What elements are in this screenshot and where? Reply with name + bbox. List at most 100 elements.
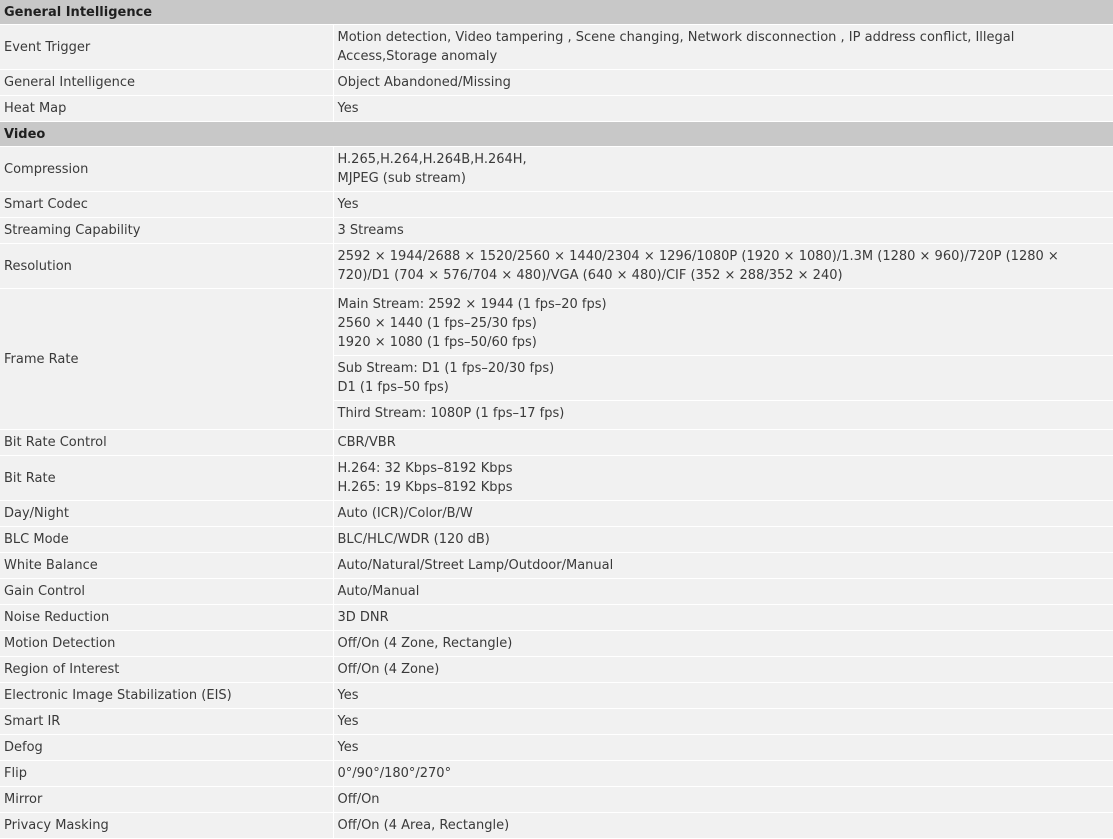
spec-value-line: Off/On <box>337 792 380 807</box>
spec-value: 3D DNR <box>333 604 1113 631</box>
table-row: Motion Detection Off/On (4 Zone, Rectangl… <box>0 630 1113 657</box>
spec-value-line: Object Abandoned/Missing <box>337 75 511 90</box>
table-row: Gain Control Auto/Manual <box>0 578 1113 605</box>
spec-value-line: Third Stream: 1080P (1 fps–17 fps) <box>337 406 565 421</box>
spec-value: Yes <box>333 734 1113 761</box>
spec-value: Yes <box>333 95 1113 122</box>
table-row: Defog Yes <box>0 734 1113 761</box>
table-row: BLC Mode BLC/HLC/WDR (120 dB) <box>0 526 1113 553</box>
spec-value: Off/On (4 Area, Rectangle) <box>333 812 1113 839</box>
table-row: Resolution 2592 × 1944/2688 × 1520/2560 ×… <box>0 243 1113 289</box>
spec-label: Mirror <box>0 786 334 813</box>
spec-label: Privacy Masking <box>0 812 334 839</box>
spec-label: Noise Reduction <box>0 604 334 631</box>
spec-label: White Balance <box>0 552 334 579</box>
table-row: Smart Codec Yes <box>0 191 1113 218</box>
spec-value-line: D1 (1 fps–50 fps) <box>337 380 449 395</box>
spec-value-line: Yes <box>337 714 359 729</box>
spec-value: Main Stream: 2592 × 1944 (1 fps–20 fps) 2… <box>333 288 1113 430</box>
spec-label: Event Trigger <box>0 24 334 70</box>
table-row: Privacy Masking Off/On (4 Area, Rectangle… <box>0 812 1113 839</box>
table-row: Streaming Capability 3 Streams <box>0 217 1113 244</box>
spec-value: Off/On (4 Zone) <box>333 656 1113 683</box>
spec-value-line: Off/On (4 Zone) <box>337 662 440 677</box>
spec-label: Compression <box>0 146 334 192</box>
spec-label: Defog <box>0 734 334 761</box>
spec-label: Streaming Capability <box>0 217 334 244</box>
spec-value: CBR/VBR <box>333 429 1113 456</box>
spec-table: General Intelligence Event Trigger Motion … <box>0 0 1113 839</box>
spec-label: Flip <box>0 760 334 787</box>
spec-value-line: CBR/VBR <box>337 435 396 450</box>
spec-value: Yes <box>333 708 1113 735</box>
spec-value: H.264: 32 Kbps–8192 Kbps H.265: 19 Kbps–8… <box>333 455 1113 501</box>
spec-label: Heat Map <box>0 95 334 122</box>
section-title: General Intelligence <box>0 0 1113 25</box>
spec-value-line: 2592 × 1944/2688 × 1520/2560 × 1440/2304… <box>337 249 1059 283</box>
spec-label: Smart Codec <box>0 191 334 218</box>
table-row: General Intelligence Object Abandoned/Mis… <box>0 69 1113 96</box>
table-row: Bit Rate Control CBR/VBR <box>0 429 1113 456</box>
table-row: Flip 0°/90°/180°/270° <box>0 760 1113 787</box>
spec-value-line: Auto/Manual <box>337 584 420 599</box>
table-row: Bit Rate H.264: 32 Kbps–8192 Kbps H.265: 1… <box>0 455 1113 501</box>
spec-label: Bit Rate <box>0 455 334 501</box>
spec-value: BLC/HLC/WDR (120 dB) <box>333 526 1113 553</box>
spec-value-block: Third Stream: 1080P (1 fps–17 fps) <box>334 401 1113 426</box>
spec-value-line: Yes <box>337 740 359 755</box>
spec-label: Smart IR <box>0 708 334 735</box>
spec-value-line: Off/On (4 Zone, Rectangle) <box>337 636 513 651</box>
spec-value-line: 0°/90°/180°/270° <box>337 766 452 781</box>
spec-value-line: Sub Stream: D1 (1 fps–20/30 fps) <box>337 361 555 376</box>
spec-value: Auto/Manual <box>333 578 1113 605</box>
spec-value: Object Abandoned/Missing <box>333 69 1113 96</box>
spec-value-line: Main Stream: 2592 × 1944 (1 fps–20 fps) <box>337 297 607 312</box>
spec-value-line: Yes <box>337 197 359 212</box>
table-row: Event Trigger Motion detection, Video tam… <box>0 24 1113 70</box>
table-row: Smart IR Yes <box>0 708 1113 735</box>
spec-value-line: 2560 × 1440 (1 fps–25/30 fps) <box>337 316 537 331</box>
table-row: Heat Map Yes <box>0 95 1113 122</box>
spec-label: Frame Rate <box>0 288 334 430</box>
section-header-video: Video <box>0 121 1113 147</box>
spec-label: Motion Detection <box>0 630 334 657</box>
spec-value-line: Motion detection, Video tampering , Scen… <box>337 30 1015 64</box>
spec-value: 0°/90°/180°/270° <box>333 760 1113 787</box>
spec-value: Auto (ICR)/Color/B/W <box>333 500 1113 527</box>
spec-value-line: Off/On (4 Area, Rectangle) <box>337 818 510 833</box>
spec-value-line: Auto/Natural/Street Lamp/Outdoor/Manual <box>337 558 614 573</box>
table-row: White Balance Auto/Natural/Street Lamp/Ou… <box>0 552 1113 579</box>
table-row: Noise Reduction 3D DNR <box>0 604 1113 631</box>
spec-value-line: 3D DNR <box>337 610 389 625</box>
spec-value-block: Main Stream: 2592 × 1944 (1 fps–20 fps) 2… <box>333 292 1113 356</box>
spec-label: Resolution <box>0 243 334 289</box>
spec-value: Off/On (4 Zone, Rectangle) <box>333 630 1113 657</box>
spec-value-line: Auto (ICR)/Color/B/W <box>337 506 473 521</box>
spec-value-line: 1920 × 1080 (1 fps–50/60 fps) <box>337 335 537 350</box>
section-header-general-intelligence: General Intelligence <box>0 0 1113 25</box>
spec-value: Yes <box>333 682 1113 709</box>
spec-value-block: Sub Stream: D1 (1 fps–20/30 fps) D1 (1 fp… <box>333 356 1113 401</box>
spec-value-line: Yes <box>337 688 359 703</box>
table-row: Electronic Image Stabilization (EIS) Yes <box>0 682 1113 709</box>
table-row: Frame Rate Main Stream: 2592 × 1944 (1 fp… <box>0 288 1113 430</box>
spec-value-line: Yes <box>337 101 359 116</box>
spec-value-line: H.265: 19 Kbps–8192 Kbps <box>337 480 513 495</box>
spec-value: 2592 × 1944/2688 × 1520/2560 × 1440/2304… <box>333 243 1113 289</box>
table-row: Day/Night Auto (ICR)/Color/B/W <box>0 500 1113 527</box>
spec-value: Auto/Natural/Street Lamp/Outdoor/Manual <box>333 552 1113 579</box>
spec-label: Region of Interest <box>0 656 334 683</box>
spec-label: General Intelligence <box>0 69 334 96</box>
spec-value-line: BLC/HLC/WDR (120 dB) <box>337 532 490 547</box>
table-row: Compression H.265,H.264,H.264B,H.264H, MJP… <box>0 146 1113 192</box>
spec-table-body: General Intelligence Event Trigger Motion … <box>0 0 1113 839</box>
spec-value-line: H.264: 32 Kbps–8192 Kbps <box>337 461 513 476</box>
spec-value-line: H.265,H.264,H.264B,H.264H, <box>337 152 527 167</box>
section-title: Video <box>0 121 1113 147</box>
spec-label: Day/Night <box>0 500 334 527</box>
spec-label: Electronic Image Stabilization (EIS) <box>0 682 334 709</box>
spec-label: Gain Control <box>0 578 334 605</box>
spec-value: Yes <box>333 191 1113 218</box>
spec-value-line: MJPEG (sub stream) <box>337 171 466 186</box>
spec-value: Off/On <box>333 786 1113 813</box>
